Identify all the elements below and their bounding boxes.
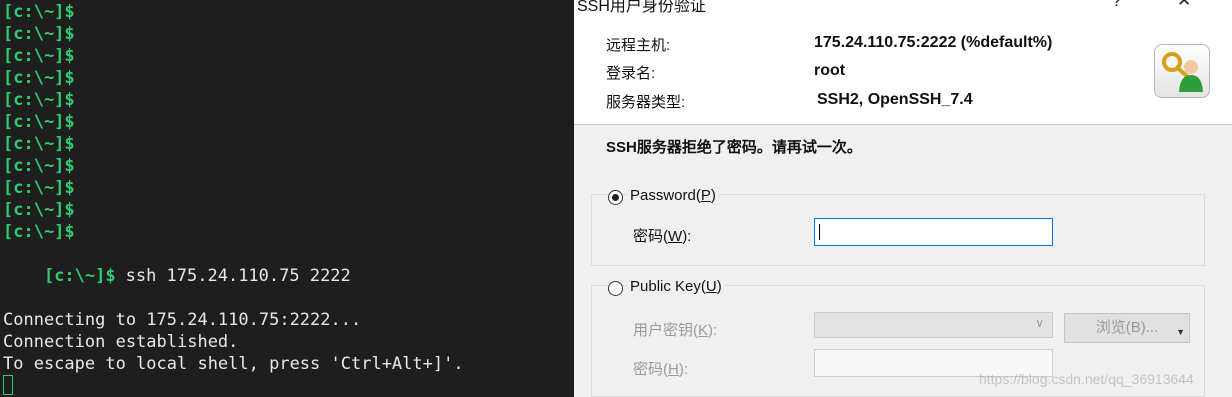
- public-key-radio-label[interactable]: Public Key(U): [627, 278, 725, 295]
- ssh-auth-dialog: SSH用户身份验证 ? ✕ 远程主机: 175.24.110.75:2222 (…: [574, 0, 1232, 397]
- browse-button[interactable]: 浏览(B)... ▼: [1064, 313, 1190, 343]
- prompt-line: [c:\~]$: [3, 199, 75, 221]
- password-field-text: 密码: [633, 228, 664, 245]
- terminal-prompt: [c:\~]$: [43, 266, 116, 286]
- password-radio-label[interactable]: Password(P): [627, 187, 719, 204]
- password-input[interactable]: [814, 218, 1053, 246]
- terminal-prompt: [c:\~]$: [3, 222, 75, 242]
- public-key-method-mnemonic: U: [705, 278, 717, 295]
- terminal-prompt: [c:\~]$: [3, 68, 75, 88]
- terminal-prompt: [c:\~]$: [3, 24, 75, 44]
- terminal-prompt: [c:\~]$: [3, 200, 75, 220]
- prompt-line: [c:\~]$: [3, 67, 75, 89]
- watermark: https://blog.csdn.net/qq_36913644: [979, 371, 1194, 387]
- terminal-prompt: [c:\~]$: [3, 178, 75, 198]
- prompt-line: [c:\~]$: [3, 111, 75, 133]
- output-line-connecting: Connecting to 175.24.110.75:2222...: [3, 310, 362, 330]
- remote-host-value: 175.24.110.75:2222 (%default%): [814, 34, 1053, 51]
- password-field-mnemonic: W: [668, 228, 683, 245]
- auth-error-message: SSH服务器拒绝了密码。请再试一次。: [606, 139, 862, 156]
- prompt-line: [c:\~]$: [3, 177, 75, 199]
- connection-info-panel: 远程主机: 175.24.110.75:2222 (%default%) 登录名…: [574, 18, 1232, 125]
- terminal-prompt: [c:\~]$: [3, 134, 75, 154]
- prompt-line: [c:\~]$: [3, 221, 75, 243]
- terminal-cursor: [3, 375, 13, 395]
- passphrase-mnemonic: H: [668, 361, 679, 378]
- user-key-icon: [1154, 44, 1210, 98]
- text-caret: [819, 224, 820, 240]
- browse-button-label: 浏览(B)...: [1095, 319, 1159, 336]
- prompt-line: [c:\~]$: [3, 89, 75, 111]
- password-radio[interactable]: [608, 190, 623, 205]
- close-button[interactable]: ✕: [1177, 0, 1191, 11]
- chevron-down-icon: ∨: [1035, 316, 1044, 330]
- prompt-line: [c:\~]$: [3, 45, 75, 67]
- terminal-prompt: [c:\~]$: [3, 46, 75, 66]
- user-key-mnemonic: K: [698, 322, 709, 339]
- user-key-text: 用户密钥: [633, 322, 694, 339]
- dialog-titlebar: SSH用户身份验证 ? ✕: [574, 0, 1232, 18]
- password-field-label: 密码(W):: [633, 228, 692, 245]
- user-key-select[interactable]: ∨: [814, 312, 1053, 338]
- terminal-prompt: [c:\~]$: [3, 112, 75, 132]
- prompt-line: [c:\~]$: [3, 155, 75, 177]
- terminal-prompt: [c:\~]$: [3, 90, 75, 110]
- terminal-window[interactable]: [c:\~]$ [c:\~]$ [c:\~]$ [c:\~]$ [c:\~]$ [c:\~…: [0, 0, 574, 397]
- terminal-command: ssh 175.24.110.75 2222: [125, 266, 351, 286]
- user-key-label: 用户密钥(K):: [633, 322, 718, 339]
- output-line-established: Connection established.: [3, 332, 239, 352]
- prompt-line: [c:\~]$: [3, 23, 75, 45]
- login-name-value: root: [814, 62, 846, 79]
- dropdown-arrow-icon: ▼: [1176, 327, 1185, 337]
- remote-host-label: 远程主机:: [606, 37, 671, 54]
- prompt-line: [c:\~]$: [3, 133, 75, 155]
- server-type-label: 服务器类型:: [606, 94, 686, 111]
- command-line: [c:\~]$ ssh 175.24.110.75 2222: [3, 243, 351, 286]
- password-method-mnemonic: P: [700, 187, 711, 204]
- password-method-text: Password: [630, 187, 696, 204]
- terminal-prompt: [c:\~]$: [3, 2, 75, 22]
- public-key-radio[interactable]: [608, 281, 623, 296]
- passphrase-text: 密码: [633, 361, 664, 378]
- prompt-line: [c:\~]$: [3, 1, 75, 23]
- login-name-label: 登录名:: [606, 65, 656, 82]
- password-group: Password(P) 密码(W):: [591, 187, 1205, 266]
- help-button[interactable]: ?: [1112, 0, 1121, 11]
- output-line-escape-hint: To escape to local shell, press 'Ctrl+Al…: [3, 354, 464, 374]
- server-type-value: SSH2, OpenSSH_7.4: [817, 91, 973, 108]
- dialog-title: SSH用户身份验证: [577, 0, 706, 15]
- terminal-prompt: [c:\~]$: [3, 156, 75, 176]
- public-key-method-text: Public Key: [630, 278, 701, 295]
- passphrase-label: 密码(H):: [633, 361, 689, 378]
